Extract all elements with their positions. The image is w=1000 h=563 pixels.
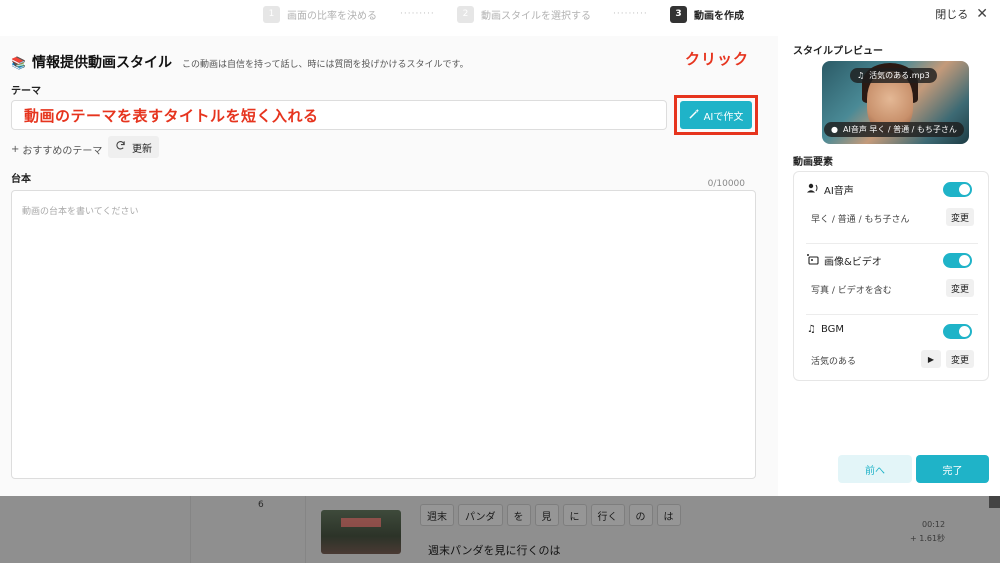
recommended-themes-toggle[interactable]: + おすすめのテーマ xyxy=(11,142,102,157)
plus-icon: + xyxy=(11,144,20,155)
play-icon: ▶ xyxy=(927,354,935,364)
step-separator: ········· xyxy=(613,9,648,19)
word-chip[interactable]: に xyxy=(562,504,587,526)
element-bgm-name: ♫ BGM xyxy=(807,324,844,335)
style-description: この動画は自信を持って話し、時には質問を投げかけるスタイルです。 xyxy=(181,60,469,70)
style-header: 📚 情報提供動画スタイル この動画は自信を持って話し、時には質問を投げかけるスタ… xyxy=(11,52,469,72)
timeline-left-column xyxy=(0,496,191,563)
element-ai-voice-name: AI音声 xyxy=(807,182,854,197)
word-chip[interactable]: 見 xyxy=(534,504,559,526)
script-character-counter: 0/10000 xyxy=(707,179,745,189)
preview-voice-label: AI音声 早く / 普通 / もち子さん xyxy=(842,125,957,134)
scene-timestamp: 00:12 xyxy=(922,520,946,529)
click-annotation: クリック xyxy=(685,50,750,68)
preview-voice-pill: ● AI音声 早く / 普通 / もち子さん xyxy=(824,122,964,137)
music-note-icon: ♫ xyxy=(857,71,865,80)
word-chips: 週末 パンダ を 見 に 行く の は xyxy=(420,504,681,526)
scene-duration: + 1.61秒 xyxy=(910,534,946,543)
element-images-videos: 画像&ビデオ 写真 / ビデオを含む 変更 xyxy=(794,243,988,314)
refresh-button[interactable]: 更新 xyxy=(108,136,159,158)
side-panel: スタイルプレビュー ♫ 活気のある.mp3 ● AI音声 早く / 普通 / も… xyxy=(778,36,1000,496)
style-preview-thumbnail[interactable]: ♫ 活気のある.mp3 ● AI音声 早く / 普通 / もち子さん xyxy=(822,61,969,144)
recommended-themes-label: おすすめのテーマ xyxy=(22,146,103,157)
element-bgm-label: BGM xyxy=(820,324,845,335)
preview-music-label: 活気のある.mp3 xyxy=(869,71,930,80)
script-placeholder: 動画の台本を書いてください xyxy=(22,207,139,217)
images-videos-toggle[interactable] xyxy=(943,253,972,268)
video-elements-title: 動画要素 xyxy=(793,157,833,168)
step-2[interactable]: 2 動画スタイルを選択する xyxy=(457,4,591,24)
ai-voice-change-button[interactable]: 変更 xyxy=(946,208,974,226)
step-1[interactable]: 1 画面の比率を決める xyxy=(263,4,377,24)
script-label: 台本 xyxy=(11,174,31,185)
step-3[interactable]: 3 動画を作成 xyxy=(670,4,744,24)
ai-compose-button[interactable]: AIで作文 xyxy=(680,101,752,129)
word-chip[interactable]: の xyxy=(628,504,653,526)
main-panel: 📚 情報提供動画スタイル この動画は自信を持って話し、時には質問を投げかけるスタ… xyxy=(0,36,778,496)
word-chip[interactable]: 週末 xyxy=(420,504,454,526)
step-1-number: 1 xyxy=(263,5,280,23)
element-ai-voice-detail: 早く / 普通 / もち子さん xyxy=(811,215,910,225)
close-button[interactable]: 閉じる ✕ xyxy=(935,6,988,22)
theme-input-value: 動画のテーマを表すタイトルを短く入れる xyxy=(24,106,319,125)
word-chip[interactable]: は xyxy=(656,504,681,526)
scroll-indicator[interactable] xyxy=(989,496,1000,508)
bgm-toggle[interactable] xyxy=(943,324,972,339)
close-icon: ✕ xyxy=(976,6,988,22)
element-bgm: ♫ BGM 活気のある ▶ 変更 xyxy=(794,314,988,385)
element-images-videos-label: 画像&ビデオ xyxy=(824,257,882,268)
word-chip[interactable]: パンダ xyxy=(458,504,503,526)
refresh-label: 更新 xyxy=(132,143,152,155)
bgm-play-button[interactable]: ▶ xyxy=(921,350,941,368)
element-ai-voice: AI音声 早く / 普通 / もち子さん 変更 xyxy=(794,172,988,243)
timeline-index-column xyxy=(191,496,306,563)
step-3-number: 3 xyxy=(670,5,687,23)
word-chip[interactable]: を xyxy=(506,504,531,526)
element-bgm-detail: 活気のある xyxy=(811,357,857,367)
scene-sentence: 週末パンダを見に行くのは xyxy=(428,544,561,557)
step-1-label: 画面の比率を決める xyxy=(287,10,377,22)
step-bar: 1 画面の比率を決める ········· 2 動画スタイルを選択する ····… xyxy=(0,0,1000,28)
ai-compose-label: AIで作文 xyxy=(703,111,744,123)
back-button[interactable]: 前へ xyxy=(838,455,912,483)
background-editor: 6 週末 パンダ を 見 に 行く の は 週末パンダを見に行くのは 00:12… xyxy=(0,496,1000,563)
theme-label: テーマ xyxy=(11,86,41,97)
ai-voice-toggle[interactable] xyxy=(943,182,972,197)
video-elements-card: AI音声 早く / 普通 / もち子さん 変更 画像&ビデオ 写真 / ビデオを… xyxy=(793,171,989,381)
refresh-icon xyxy=(115,140,126,154)
step-separator: ········· xyxy=(400,9,435,19)
magic-wand-icon xyxy=(688,108,700,122)
step-2-label: 動画スタイルを選択する xyxy=(481,10,591,22)
voice-icon: ● xyxy=(831,125,838,134)
books-icon: 📚 xyxy=(11,56,26,70)
scene-thumbnail[interactable] xyxy=(321,510,401,554)
style-title: 情報提供動画スタイル xyxy=(31,55,172,71)
step-3-label: 動画を作成 xyxy=(694,10,744,22)
music-note-icon: ♫ xyxy=(807,324,816,335)
bgm-change-button[interactable]: 変更 xyxy=(946,350,974,368)
image-video-icon xyxy=(807,253,819,268)
theme-input[interactable]: 動画のテーマを表すタイトルを短く入れる xyxy=(11,100,667,130)
images-videos-change-button[interactable]: 変更 xyxy=(946,279,974,297)
scene-number: 6 xyxy=(258,500,264,510)
preview-music-pill: ♫ 活気のある.mp3 xyxy=(850,68,937,83)
speaker-person-icon xyxy=(807,183,819,196)
done-button[interactable]: 完了 xyxy=(916,455,989,483)
step-2-number: 2 xyxy=(457,5,474,23)
word-chip[interactable]: 行く xyxy=(590,504,625,526)
style-preview-title: スタイルプレビュー xyxy=(793,46,883,57)
script-textarea[interactable]: 動画の台本を書いてください xyxy=(11,190,756,479)
element-images-videos-detail: 写真 / ビデオを含む xyxy=(811,286,892,296)
close-label: 閉じる xyxy=(935,8,969,21)
element-images-videos-name: 画像&ビデオ xyxy=(807,253,882,268)
element-ai-voice-label: AI音声 xyxy=(824,186,854,197)
thumbnail-caption xyxy=(341,518,381,527)
